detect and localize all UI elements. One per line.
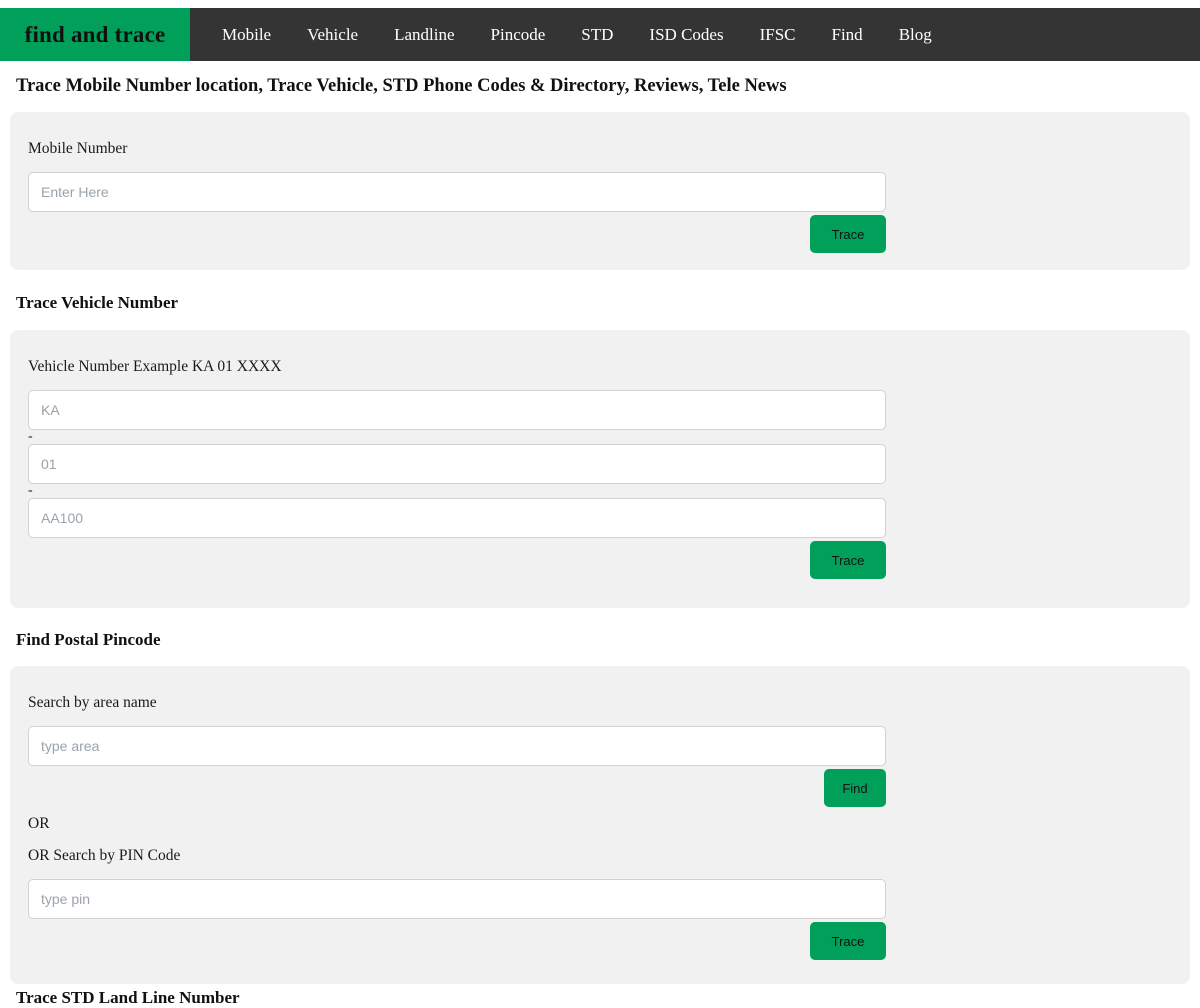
page-title: Trace Mobile Number location, Trace Vehi… [16, 76, 787, 96]
vehicle-form: Vehicle Number Example KA 01 XXXX - - Tr… [10, 330, 1190, 601]
nav-item-landline[interactable]: Landline [376, 8, 472, 61]
vehicle-series-input[interactable] [28, 498, 886, 538]
vehicle-separator-2: - [28, 483, 33, 498]
pincode-section-heading: Find Postal Pincode [16, 630, 161, 649]
mobile-trace-panel: Mobile Number Trace [10, 112, 1190, 270]
pincode-form: Search by area name Find OR OR Search by… [10, 666, 1190, 982]
vehicle-separator-1: - [28, 429, 33, 444]
vehicle-section-heading: Trace Vehicle Number [16, 293, 179, 312]
mobile-button-row: Trace [28, 215, 886, 253]
mobile-form: Mobile Number Trace [10, 112, 1190, 275]
vehicle-trace-button[interactable]: Trace [810, 541, 886, 579]
nav-item-blog[interactable]: Blog [881, 8, 950, 61]
pincode-area-input[interactable] [28, 726, 886, 766]
pincode-pin-label: OR Search by PIN Code [28, 847, 181, 864]
mobile-number-label: Mobile Number [28, 140, 128, 157]
mobile-trace-button[interactable]: Trace [810, 215, 886, 253]
mobile-number-input[interactable] [28, 172, 886, 212]
nav-item-vehicle[interactable]: Vehicle [289, 8, 376, 61]
pincode-or-divider: OR [28, 815, 50, 832]
vehicle-district-input[interactable] [28, 444, 886, 484]
nav-links-container: Mobile Vehicle Landline Pincode STD ISD … [190, 8, 950, 61]
pincode-trace-button-row: Trace [28, 922, 886, 960]
nav-item-mobile[interactable]: Mobile [204, 8, 289, 61]
nav-item-find[interactable]: Find [814, 8, 881, 61]
std-section-heading: Trace STD Land Line Number [16, 988, 240, 1007]
nav-item-pincode[interactable]: Pincode [473, 8, 564, 61]
vehicle-button-row: Trace [28, 541, 886, 579]
site-logo[interactable]: find and trace [0, 8, 190, 61]
nav-item-ifsc[interactable]: IFSC [742, 8, 814, 61]
pincode-pin-input[interactable] [28, 879, 886, 919]
vehicle-state-input[interactable] [28, 390, 886, 430]
nav-item-isd-codes[interactable]: ISD Codes [631, 8, 741, 61]
top-navigation-bar: find and trace Mobile Vehicle Landline P… [0, 8, 1200, 61]
pincode-area-label: Search by area name [28, 694, 157, 711]
vehicle-trace-panel: Vehicle Number Example KA 01 XXXX - - Tr… [10, 330, 1190, 608]
vehicle-number-label: Vehicle Number Example KA 01 XXXX [28, 358, 282, 375]
pincode-find-panel: Search by area name Find OR OR Search by… [10, 666, 1190, 984]
pincode-find-button[interactable]: Find [824, 769, 886, 807]
pincode-find-button-row: Find [28, 769, 886, 807]
pincode-trace-button[interactable]: Trace [810, 922, 886, 960]
nav-item-std[interactable]: STD [563, 8, 631, 61]
